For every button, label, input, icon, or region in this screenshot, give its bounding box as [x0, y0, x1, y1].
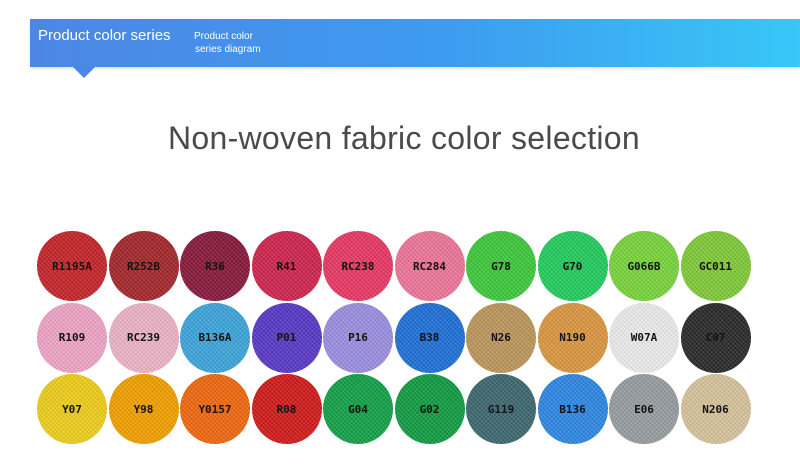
color-swatch: W07A — [609, 302, 679, 373]
color-swatch: G066B — [609, 231, 679, 301]
swatch-code-label: R252B — [126, 259, 161, 273]
swatch-code-label: R08 — [276, 402, 297, 416]
color-swatch: C07 — [680, 302, 751, 373]
swatch-code-label: G70 — [562, 259, 583, 273]
color-swatch: N206 — [680, 374, 751, 444]
color-swatch: G78 — [466, 231, 536, 301]
swatch-code-label: G02 — [419, 402, 440, 416]
color-swatch: R1195A — [37, 231, 107, 301]
color-swatch: R08 — [251, 374, 322, 444]
color-swatch: B136A — [180, 302, 250, 373]
swatch-code-label: E06 — [634, 402, 654, 416]
swatch-code-label: R36 — [205, 259, 225, 273]
color-swatch: RC284 — [394, 231, 465, 301]
swatch-code-label: B136 — [559, 402, 586, 416]
swatch-code-label: RC238 — [341, 259, 375, 273]
swatch-code-label: GC011 — [698, 259, 733, 273]
banner-subtitle: Product color series diagram — [194, 30, 261, 56]
swatch-code-label: R109 — [58, 331, 86, 344]
banner-pointer — [73, 67, 95, 78]
color-swatch: N190 — [537, 302, 608, 373]
swatch-code-label: P16 — [348, 331, 368, 344]
swatch-code-label: N206 — [702, 402, 729, 416]
color-swatch: G70 — [537, 231, 608, 301]
swatch-code-label: Y0157 — [198, 402, 232, 416]
swatch-code-label: G066B — [627, 259, 661, 273]
color-swatch: Y0157 — [180, 374, 250, 444]
color-swatch: R109 — [37, 302, 107, 373]
color-swatch: R41 — [251, 231, 322, 301]
swatch-code-label: R1195A — [52, 259, 92, 273]
swatch-code-label: B38 — [419, 331, 440, 344]
color-swatch: G02 — [394, 374, 465, 444]
color-swatch: G119 — [466, 374, 536, 444]
banner-subtitle-line1: Product color — [194, 31, 253, 42]
swatch-code-label: N26 — [491, 331, 511, 344]
swatch-code-label: B136A — [198, 331, 232, 344]
swatch-code-label: C07 — [705, 331, 726, 344]
color-swatch: GC011 — [680, 231, 751, 301]
color-swatch: P16 — [323, 302, 393, 373]
color-swatch: P01 — [251, 302, 322, 373]
color-swatch: Y98 — [108, 374, 179, 444]
swatch-code-label: N190 — [559, 331, 586, 344]
page-heading: Non-woven fabric color selection — [167, 120, 641, 156]
swatch-code-label: G04 — [348, 402, 368, 416]
color-swatch-grid: R1195A R252B R36 R41 RC238 RC284 G78 G70 G066B GC… — [37, 231, 757, 451]
color-swatch: R252B — [108, 231, 179, 301]
swatch-code-label: G119 — [487, 402, 515, 416]
color-swatch: Y07 — [37, 374, 107, 444]
color-swatch: E06 — [609, 374, 679, 444]
swatch-code-label: R41 — [276, 259, 297, 273]
color-swatch: RC238 — [323, 231, 393, 301]
color-swatch: B136 — [537, 374, 608, 444]
color-swatch: N26 — [466, 302, 536, 373]
swatch-code-label: Y07 — [62, 402, 82, 416]
swatch-code-label: RC284 — [412, 259, 447, 273]
banner-title: Product color series — [38, 27, 171, 44]
swatch-code-label: Y98 — [133, 402, 154, 416]
swatch-code-label: RC239 — [126, 331, 161, 344]
color-swatch: R36 — [180, 231, 250, 301]
color-swatch: RC239 — [108, 302, 179, 373]
banner-subtitle-line2: series diagram — [195, 44, 261, 55]
swatch-code-label: G78 — [491, 259, 511, 273]
color-swatch: B38 — [394, 302, 465, 373]
color-swatch: G04 — [323, 374, 393, 444]
swatch-code-label: W07A — [630, 331, 658, 344]
swatch-code-label: P01 — [276, 331, 297, 344]
